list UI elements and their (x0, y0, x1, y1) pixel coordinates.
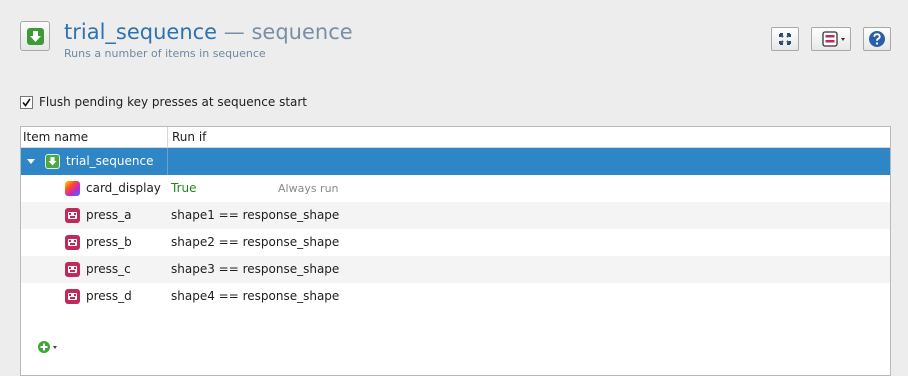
fullscreen-button[interactable] (771, 27, 799, 51)
item-description[interactable]: Runs a number of items in sequence (64, 47, 266, 60)
sketchpad-icon (65, 181, 80, 196)
item-name: press_c (86, 262, 131, 276)
tree-row[interactable]: press_d shape4 == response_shape (21, 283, 890, 310)
item-title[interactable]: trial_sequence — sequence (64, 19, 353, 45)
tree-row-root[interactable]: trial_sequence (21, 148, 890, 175)
add-icon (38, 341, 57, 353)
run-if-condition[interactable]: shape4 == response_shape (171, 283, 339, 310)
help-icon (869, 31, 885, 47)
item-header: trial_sequence — sequence Runs a number … (0, 0, 908, 78)
column-header-run-if[interactable]: Run if (167, 127, 206, 147)
flush-keypresses-checkbox[interactable] (20, 95, 33, 109)
item-name: trial_sequence (66, 154, 154, 168)
sequence-icon (45, 154, 60, 169)
column-header-item-name[interactable]: Item name (23, 127, 88, 147)
sequence-tree[interactable]: Item name Run if trial_sequence card_dis… (20, 126, 891, 376)
flush-keypresses-label: Flush pending key presses at sequence st… (39, 95, 308, 109)
column-divider (167, 148, 168, 175)
run-if-condition[interactable]: True (171, 175, 197, 202)
tree-row[interactable]: press_c shape3 == response_shape (21, 256, 890, 283)
item-name: press_a (86, 208, 132, 222)
tree-header: Item name Run if (21, 127, 890, 148)
keyboard-icon (65, 262, 80, 277)
item-name: press_d (86, 289, 132, 303)
fullscreen-icon (779, 33, 791, 45)
checkmark-icon (22, 98, 31, 107)
run-if-condition[interactable]: shape2 == response_shape (171, 229, 339, 256)
view-menu-button[interactable] (811, 27, 851, 51)
item-name: press_b (86, 235, 132, 249)
run-if-condition[interactable]: shape3 == response_shape (171, 256, 339, 283)
add-item-button[interactable] (37, 339, 61, 355)
tree-row[interactable]: card_display True Always run (21, 175, 890, 202)
item-type: sequence (251, 20, 353, 44)
item-name[interactable]: trial_sequence (64, 20, 217, 44)
keyboard-icon (65, 289, 80, 304)
sequence-icon (20, 21, 50, 51)
item-name: card_display (86, 181, 161, 195)
title-separator: — (223, 20, 245, 44)
tree-row[interactable]: press_b shape2 == response_shape (21, 229, 890, 256)
view-menu-icon (822, 31, 845, 47)
keyboard-icon (65, 235, 80, 250)
run-if-condition[interactable]: shape1 == response_shape (171, 202, 339, 229)
run-if-note: Always run (278, 182, 339, 195)
help-button[interactable] (863, 27, 891, 51)
tree-row[interactable]: press_a shape1 == response_shape (21, 202, 890, 229)
flush-keypresses-option[interactable]: Flush pending key presses at sequence st… (20, 94, 307, 110)
collapse-arrow-icon[interactable] (26, 157, 36, 167)
keyboard-icon (65, 208, 80, 223)
